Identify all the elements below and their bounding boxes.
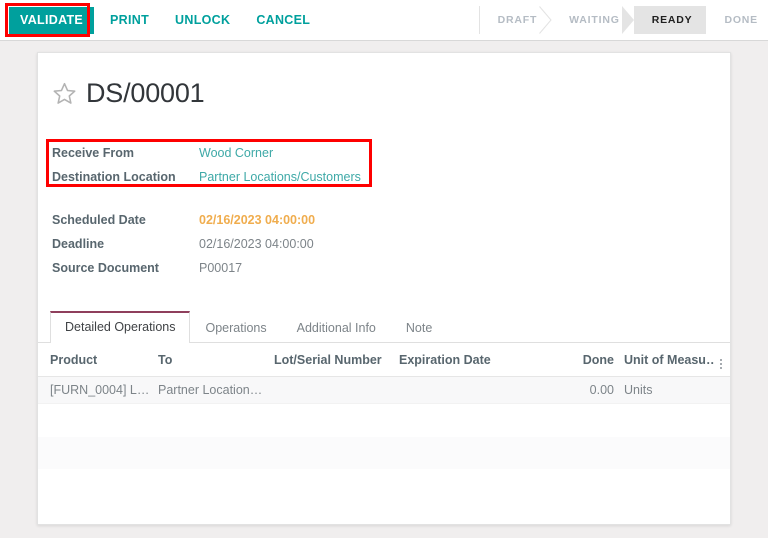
table-empty-row bbox=[38, 503, 730, 526]
cell-to[interactable]: Partner Locations/… bbox=[158, 377, 274, 404]
column-header-unit-of-measure[interactable]: Unit of Measu… bbox=[624, 343, 715, 377]
empty-cell bbox=[38, 437, 730, 470]
field-value-scheduled-date[interactable]: 02/16/2023 04:00:00 bbox=[199, 213, 315, 227]
field-label: Deadline bbox=[52, 237, 199, 251]
cell-lot-serial-number[interactable] bbox=[274, 377, 399, 404]
cell-expiration-date[interactable] bbox=[399, 377, 554, 404]
cell-options bbox=[715, 377, 730, 404]
tab-note[interactable]: Note bbox=[391, 313, 447, 343]
table-empty-row bbox=[38, 470, 730, 503]
table-body: [FURN_0004] Let… Partner Locations/… 0.0… bbox=[38, 377, 730, 526]
location-field-group: Receive From Wood Corner Destination Loc… bbox=[52, 146, 361, 194]
status-step-ready[interactable]: READY bbox=[634, 6, 707, 34]
field-scheduled-date: Scheduled Date 02/16/2023 04:00:00 bbox=[52, 213, 315, 237]
tab-additional-info[interactable]: Additional Info bbox=[282, 313, 391, 343]
column-header-expiration-date[interactable]: Expiration Date bbox=[399, 343, 554, 377]
table-header-row: Product To Lot/Serial Number Expiration … bbox=[38, 343, 730, 377]
column-options-header bbox=[715, 343, 730, 377]
field-destination-location: Destination Location Partner Locations/C… bbox=[52, 170, 361, 194]
status-step-label: READY bbox=[652, 14, 693, 26]
field-source-document: Source Document P00017 bbox=[52, 261, 315, 285]
table-empty-row bbox=[38, 404, 730, 437]
action-button-group: VALIDATE PRINT UNLOCK CANCEL bbox=[9, 7, 320, 34]
cell-done[interactable]: 0.00 bbox=[554, 377, 624, 404]
field-label: Destination Location bbox=[52, 170, 199, 184]
title-row: DS/00001 bbox=[52, 80, 205, 107]
column-header-to[interactable]: To bbox=[158, 343, 274, 377]
status-step-label: WAITING bbox=[569, 14, 620, 26]
validate-button[interactable]: VALIDATE bbox=[9, 7, 94, 34]
tab-list: Detailed Operations Operations Additiona… bbox=[38, 313, 730, 343]
table-row[interactable]: [FURN_0004] Let… Partner Locations/… 0.0… bbox=[38, 377, 730, 404]
print-button[interactable]: PRINT bbox=[100, 7, 159, 34]
empty-cell bbox=[38, 470, 730, 503]
empty-cell bbox=[38, 404, 730, 437]
status-step-done[interactable]: DONE bbox=[706, 6, 762, 34]
field-deadline: Deadline 02/16/2023 04:00:00 bbox=[52, 237, 315, 261]
field-receive-from: Receive From Wood Corner bbox=[52, 146, 361, 170]
tab-detailed-operations[interactable]: Detailed Operations bbox=[50, 311, 190, 343]
control-panel: VALIDATE PRINT UNLOCK CANCEL DRAFT WAITI… bbox=[0, 0, 768, 41]
table-empty-row bbox=[38, 437, 730, 470]
tab-operations[interactable]: Operations bbox=[190, 313, 281, 343]
field-value-deadline[interactable]: 02/16/2023 04:00:00 bbox=[199, 237, 314, 251]
status-step-waiting[interactable]: WAITING bbox=[551, 6, 634, 34]
status-step-label: DRAFT bbox=[498, 14, 538, 26]
unlock-button[interactable]: UNLOCK bbox=[165, 7, 240, 34]
page-title: DS/00001 bbox=[86, 80, 205, 107]
field-value-source-document[interactable]: P00017 bbox=[199, 261, 242, 275]
status-step-draft[interactable]: DRAFT bbox=[480, 6, 552, 34]
column-header-done[interactable]: Done bbox=[554, 343, 624, 377]
empty-cell bbox=[38, 503, 730, 526]
field-label: Scheduled Date bbox=[52, 213, 199, 227]
status-bar: DRAFT WAITING READY DONE bbox=[479, 6, 762, 34]
detailed-operations-table: Product To Lot/Serial Number Expiration … bbox=[38, 343, 730, 525]
field-value-destination-location[interactable]: Partner Locations/Customers bbox=[199, 170, 361, 184]
kebab-menu-icon[interactable] bbox=[715, 350, 727, 369]
column-header-product[interactable]: Product bbox=[38, 343, 158, 377]
status-step-label: DONE bbox=[724, 14, 758, 26]
star-icon[interactable] bbox=[52, 81, 77, 106]
cell-product[interactable]: [FURN_0004] Let… bbox=[38, 377, 158, 404]
cell-unit-of-measure[interactable]: Units bbox=[624, 377, 715, 404]
column-header-lot-serial-number[interactable]: Lot/Serial Number bbox=[274, 343, 399, 377]
notebook: Detailed Operations Operations Additiona… bbox=[38, 313, 730, 525]
field-value-receive-from[interactable]: Wood Corner bbox=[199, 146, 273, 160]
field-label: Receive From bbox=[52, 146, 199, 160]
record-sheet: DS/00001 Receive From Wood Corner Destin… bbox=[37, 52, 731, 525]
date-field-group: Scheduled Date 02/16/2023 04:00:00 Deadl… bbox=[52, 213, 315, 285]
field-label: Source Document bbox=[52, 261, 199, 275]
cancel-button[interactable]: CANCEL bbox=[246, 7, 320, 34]
